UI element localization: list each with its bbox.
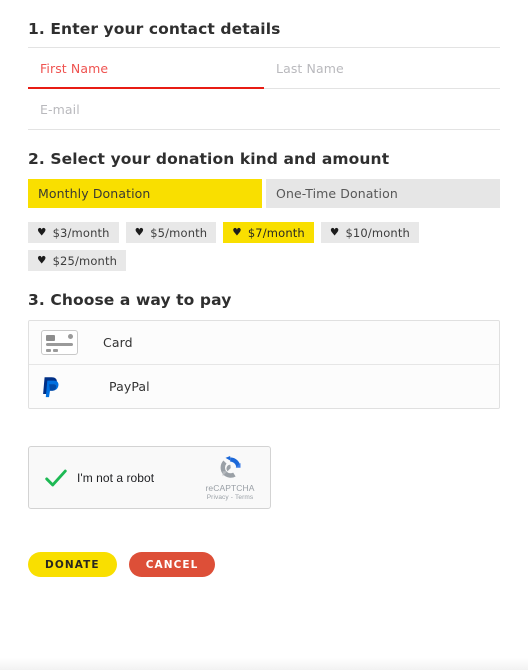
recaptcha-legal-links: Privacy - Terms: [199, 494, 261, 501]
paypal-icon-slot: [41, 375, 85, 399]
recaptcha-brand: reCAPTCHA Privacy - Terms: [199, 453, 261, 501]
payment-method-paypal[interactable]: PayPal: [29, 364, 499, 408]
donate-button[interactable]: DONATE: [28, 552, 117, 577]
heart-icon: ♥: [329, 226, 340, 239]
amount-option-7[interactable]: ♥ $7/month: [223, 222, 314, 243]
recaptcha-widget[interactable]: I'm not a robot reCAPTCHA Privacy - Terms: [28, 446, 271, 509]
recaptcha-brand-name: reCAPTCHA: [205, 483, 255, 493]
amount-option-5[interactable]: ♥ $5/month: [125, 222, 217, 243]
donation-amount-options: ♥ $3/month ♥ $5/month ♥ $7/month ♥ $10/m…: [28, 222, 448, 271]
payment-method-card-label: Card: [103, 335, 133, 350]
first-name-field[interactable]: First Name: [28, 48, 264, 89]
email-placeholder: E-mail: [40, 102, 80, 117]
heart-icon: ♥: [232, 226, 242, 239]
tab-monthly-donation-label: Monthly Donation: [38, 186, 151, 201]
amount-option-5-label: $5/month: [150, 225, 208, 240]
form-content: 1. Enter your contact details First Name…: [0, 0, 528, 577]
amount-option-7-label: $7/month: [247, 225, 305, 240]
tab-monthly-donation[interactable]: Monthly Donation: [28, 179, 262, 208]
amount-option-3[interactable]: ♥ $3/month: [28, 222, 119, 243]
form-actions: DONATE CANCEL: [28, 552, 500, 577]
donation-kind-tabs: Monthly Donation One-Time Donation: [28, 179, 500, 208]
tab-one-time-donation[interactable]: One-Time Donation: [266, 179, 500, 208]
email-field-row: E-mail: [28, 89, 500, 130]
recaptcha-wrap: I'm not a robot reCAPTCHA Privacy - Terms: [28, 446, 500, 509]
paypal-icon: [43, 376, 59, 397]
card-icon-slot: [41, 330, 85, 355]
recaptcha-links-separator: -: [230, 494, 234, 501]
step-1-title: 1. Enter your contact details: [28, 20, 281, 38]
recaptcha-label: I'm not a robot: [77, 470, 155, 485]
payment-method-card[interactable]: Card: [29, 321, 499, 364]
heart-icon: ♥: [37, 254, 47, 267]
name-field-row: First Name Last Name: [28, 48, 500, 89]
amount-option-10-label: $10/month: [345, 225, 410, 240]
email-underline: [28, 129, 500, 130]
checkmark-icon[interactable]: [43, 465, 69, 491]
page-bottom-fade: [0, 658, 528, 670]
recaptcha-logo-icon: [220, 456, 241, 478]
amount-option-25[interactable]: ♥ $25/month: [28, 250, 127, 271]
tab-one-time-donation-label: One-Time Donation: [276, 186, 398, 201]
cancel-button[interactable]: CANCEL: [128, 552, 216, 577]
payment-method-paypal-label: PayPal: [109, 379, 150, 394]
step-3-title: 3. Choose a way to pay: [28, 291, 232, 309]
heart-icon: ♥: [37, 226, 47, 239]
amount-option-10[interactable]: ♥ $10/month: [320, 222, 419, 243]
first-name-placeholder: First Name: [40, 61, 109, 76]
last-name-placeholder: Last Name: [276, 61, 344, 76]
email-field[interactable]: E-mail: [28, 89, 500, 130]
recaptcha-privacy-link[interactable]: Privacy: [207, 494, 229, 501]
amount-option-3-label: $3/month: [52, 225, 110, 240]
donation-form-page: 1. Enter your contact details First Name…: [0, 0, 528, 670]
payment-method-list: Card PayPal: [28, 320, 500, 409]
last-name-field[interactable]: Last Name: [264, 48, 500, 89]
amount-option-25-label: $25/month: [52, 253, 118, 268]
credit-card-icon: [41, 330, 78, 355]
step-2-title: 2. Select your donation kind and amount: [28, 150, 390, 168]
heart-icon: ♥: [134, 226, 145, 239]
recaptcha-terms-link[interactable]: Terms: [235, 494, 253, 501]
